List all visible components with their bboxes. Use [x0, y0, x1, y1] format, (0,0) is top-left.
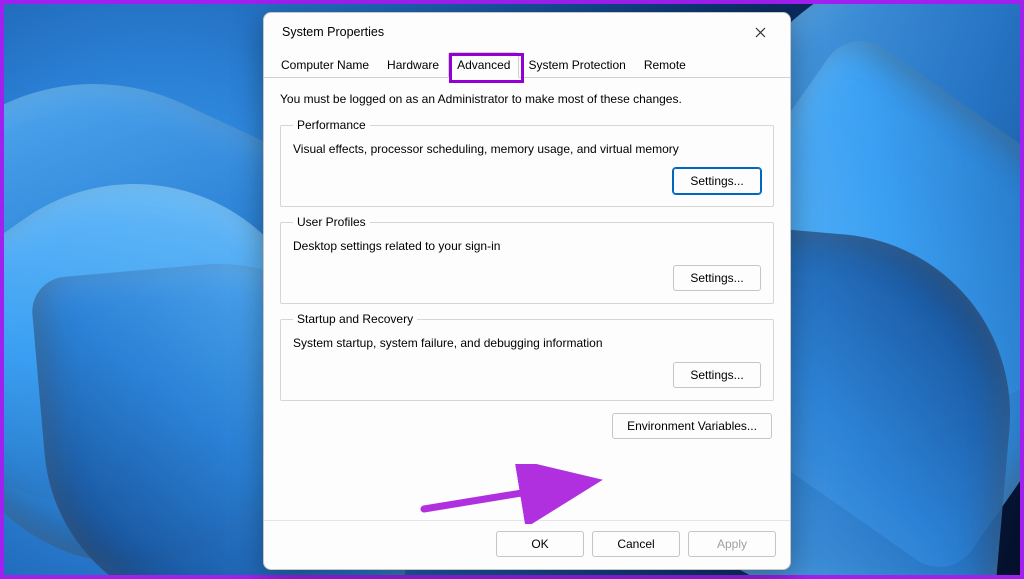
performance-settings-button[interactable]: Settings...	[673, 168, 761, 194]
tab-system-protection[interactable]: System Protection	[519, 52, 634, 78]
admin-note: You must be logged on as an Administrato…	[280, 92, 774, 106]
performance-group: Performance Visual effects, processor sc…	[280, 118, 774, 207]
tab-hardware[interactable]: Hardware	[378, 52, 448, 78]
tab-strip: Computer Name Hardware Advanced System P…	[264, 51, 790, 78]
tab-advanced[interactable]: Advanced	[448, 52, 519, 78]
tab-remote[interactable]: Remote	[635, 52, 695, 78]
user-profiles-group: User Profiles Desktop settings related t…	[280, 215, 774, 304]
user-profiles-legend: User Profiles	[293, 215, 370, 229]
startup-recovery-group: Startup and Recovery System startup, sys…	[280, 312, 774, 401]
startup-recovery-legend: Startup and Recovery	[293, 312, 417, 326]
dialog-footer: OK Cancel Apply	[264, 520, 790, 569]
performance-legend: Performance	[293, 118, 370, 132]
advanced-tab-panel: You must be logged on as an Administrato…	[264, 78, 790, 520]
user-profiles-settings-button[interactable]: Settings...	[673, 265, 761, 291]
close-icon	[755, 27, 766, 38]
ok-button[interactable]: OK	[496, 531, 584, 557]
performance-desc: Visual effects, processor scheduling, me…	[293, 142, 761, 156]
startup-recovery-settings-button[interactable]: Settings...	[673, 362, 761, 388]
close-button[interactable]	[740, 18, 780, 46]
cancel-button[interactable]: Cancel	[592, 531, 680, 557]
startup-recovery-desc: System startup, system failure, and debu…	[293, 336, 761, 350]
environment-variables-button[interactable]: Environment Variables...	[612, 413, 772, 439]
tab-computer-name[interactable]: Computer Name	[272, 52, 378, 78]
system-properties-dialog: System Properties Computer Name Hardware…	[263, 12, 791, 570]
titlebar: System Properties	[264, 13, 790, 51]
user-profiles-desc: Desktop settings related to your sign-in	[293, 239, 761, 253]
apply-button[interactable]: Apply	[688, 531, 776, 557]
window-title: System Properties	[282, 25, 384, 39]
